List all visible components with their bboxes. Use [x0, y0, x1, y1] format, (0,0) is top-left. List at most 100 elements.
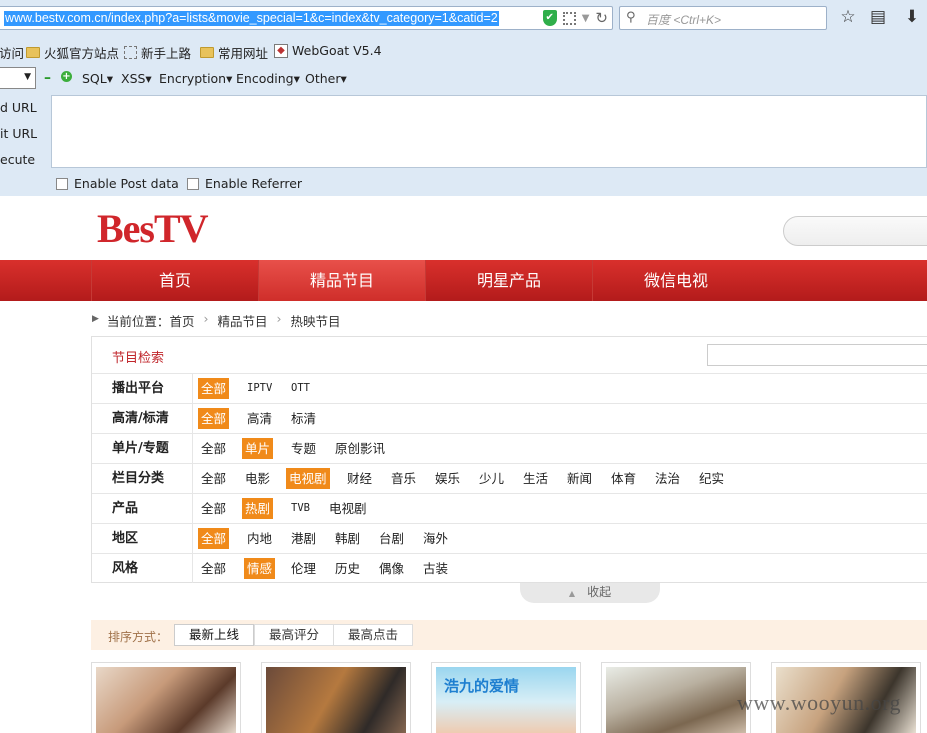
- site-search-input[interactable]: [783, 216, 927, 246]
- filter-option[interactable]: 娱乐: [432, 468, 463, 489]
- hackbar-menu-other[interactable]: Other▾: [305, 71, 347, 86]
- bookmark-item[interactable]: ◆ WebGoat V5.4: [274, 43, 382, 58]
- sort-top-rated-button[interactable]: 最高评分: [254, 624, 335, 646]
- execute-button[interactable]: ecute: [0, 152, 35, 167]
- minus-icon[interactable]: –: [44, 71, 51, 85]
- enable-referrer-checkbox[interactable]: Enable Referrer: [187, 176, 302, 191]
- filter-option[interactable]: 韩剧: [332, 528, 363, 549]
- filter-row: 高清/标清 全部 高清 标清: [92, 403, 927, 433]
- filter-option[interactable]: 港剧: [288, 528, 319, 549]
- filter-option[interactable]: 生活: [520, 468, 551, 489]
- sort-most-clicked-button[interactable]: 最高点击: [333, 624, 414, 646]
- qr-code-icon[interactable]: [562, 11, 576, 25]
- filter-option[interactable]: 法治: [652, 468, 683, 489]
- navigation-toolbar: www.bestv.com.cn/index.php?a=lists&movie…: [0, 0, 927, 38]
- breadcrumb-home[interactable]: 首页: [169, 311, 194, 330]
- filter-option[interactable]: 历史: [332, 558, 363, 579]
- hackbar-select[interactable]: ▼: [0, 67, 36, 89]
- filter-option[interactable]: 单片: [242, 438, 274, 459]
- hackbar-options: Enable Post data Enable Referrer: [0, 172, 927, 194]
- load-url-button[interactable]: d URL: [0, 100, 37, 115]
- nav-featured[interactable]: 精品节目: [258, 260, 425, 301]
- filter-option[interactable]: 全部: [198, 468, 229, 489]
- shield-icon[interactable]: ✔: [542, 10, 557, 26]
- program-filter-panel: 节目检索 播出平台 全部 IPTV OTT 高清/标清 全部 高清 标清 单片/专题 全部 单片 专题…: [91, 336, 927, 583]
- program-poster[interactable]: 浩九的爱情: [431, 662, 581, 733]
- filter-row: 播出平台 全部 IPTV OTT: [92, 373, 927, 403]
- dropdown-arrow-icon[interactable]: ▼: [582, 13, 590, 24]
- bookmark-item[interactable]: 新手上路: [124, 43, 191, 62]
- filter-option[interactable]: 台剧: [376, 528, 407, 549]
- checkbox-label: Enable Post data: [74, 176, 179, 191]
- filter-option[interactable]: 体育: [608, 468, 639, 489]
- poster-image: 浩九的爱情: [436, 667, 576, 733]
- blank-page-icon: [124, 46, 137, 59]
- poster-image: [96, 667, 236, 733]
- filter-option[interactable]: 偶像: [376, 558, 407, 579]
- bookmark-item[interactable]: 访问: [0, 43, 24, 62]
- poster-title: 浩九的爱情: [444, 677, 520, 695]
- hackbar-url-textarea[interactable]: [51, 95, 927, 168]
- nav-star-products[interactable]: 明星产品: [425, 260, 592, 301]
- filter-option[interactable]: 全部: [198, 528, 230, 549]
- download-icon[interactable]: ⬇: [901, 7, 923, 27]
- bestv-logo[interactable]: BesTV: [97, 205, 209, 252]
- filter-option[interactable]: 财经: [344, 468, 375, 489]
- filter-search-input[interactable]: [707, 344, 927, 366]
- collapse-button[interactable]: ▲ 收起: [520, 583, 660, 603]
- filter-option[interactable]: 全部: [198, 498, 229, 519]
- filter-option[interactable]: 电影: [242, 468, 273, 489]
- program-poster[interactable]: [91, 662, 241, 733]
- filter-option[interactable]: 全部: [198, 378, 230, 399]
- url-text[interactable]: www.bestv.com.cn/index.php?a=lists&movie…: [4, 11, 499, 26]
- program-poster[interactable]: [261, 662, 411, 733]
- filter-option[interactable]: 情感: [244, 558, 276, 579]
- split-url-button[interactable]: it URL: [0, 126, 37, 141]
- filter-option[interactable]: TVB: [288, 498, 313, 519]
- folder-icon: [200, 47, 214, 58]
- filter-row: 风格 全部 情感 伦理 历史 偶像 古装: [92, 553, 927, 583]
- filter-option[interactable]: 全部: [198, 558, 229, 579]
- filter-option[interactable]: 内地: [244, 528, 275, 549]
- filter-row: 地区 全部 内地 港剧 韩剧 台剧 海外: [92, 523, 927, 553]
- filter-option[interactable]: IPTV: [244, 378, 275, 399]
- caret-up-icon: ▲: [568, 589, 576, 598]
- filter-option[interactable]: 少儿: [476, 468, 507, 489]
- hackbar-menu-encoding[interactable]: Encoding▾: [236, 71, 300, 86]
- hackbar-menu-xss[interactable]: XSS▾: [121, 71, 152, 86]
- hackbar-menu-encryption[interactable]: Encryption▾: [159, 71, 232, 86]
- hackbar-menu-sql[interactable]: SQL▾: [82, 71, 113, 86]
- filter-option[interactable]: OTT: [288, 378, 313, 399]
- bookmark-item[interactable]: 火狐官方站点: [26, 43, 119, 62]
- filter-option[interactable]: 新闻: [564, 468, 595, 489]
- nav-home[interactable]: 首页: [91, 260, 258, 301]
- filter-option[interactable]: 电视剧: [286, 468, 330, 489]
- filter-row-label: 高清/标清: [92, 404, 193, 433]
- plus-icon[interactable]: +: [61, 71, 72, 82]
- url-bar[interactable]: www.bestv.com.cn/index.php?a=lists&movie…: [0, 6, 613, 30]
- program-poster[interactable]: [601, 662, 751, 733]
- sort-newest-button[interactable]: 最新上线: [174, 624, 255, 646]
- filter-option[interactable]: 纪实: [696, 468, 727, 489]
- filter-option[interactable]: 标清: [288, 408, 319, 429]
- enable-post-checkbox[interactable]: Enable Post data: [56, 176, 179, 191]
- filter-option[interactable]: 原创影讯: [332, 438, 388, 459]
- filter-option[interactable]: 全部: [198, 408, 230, 429]
- filter-option[interactable]: 高清: [244, 408, 275, 429]
- filter-option[interactable]: 全部: [198, 438, 229, 459]
- bookmark-star-icon[interactable]: ☆: [837, 7, 859, 27]
- breadcrumb-featured[interactable]: 精品节目: [217, 311, 267, 330]
- filter-option[interactable]: 音乐: [388, 468, 419, 489]
- reading-list-icon[interactable]: ▤: [867, 7, 889, 27]
- reload-icon[interactable]: ↻: [595, 10, 608, 26]
- bookmark-item[interactable]: 常用网址: [200, 43, 268, 62]
- search-bar[interactable]: ⚲ 百度 <Ctrl+K>: [619, 6, 827, 30]
- filter-option[interactable]: 海外: [420, 528, 451, 549]
- filter-option[interactable]: 电视剧: [326, 498, 370, 519]
- filter-option[interactable]: 古装: [420, 558, 451, 579]
- filter-option[interactable]: 热剧: [242, 498, 274, 519]
- filter-option[interactable]: 专题: [288, 438, 319, 459]
- nav-wechat-tv[interactable]: 微信电视: [592, 260, 759, 301]
- filter-option[interactable]: 伦理: [288, 558, 319, 579]
- watermark: www.wooyun.org: [737, 690, 902, 715]
